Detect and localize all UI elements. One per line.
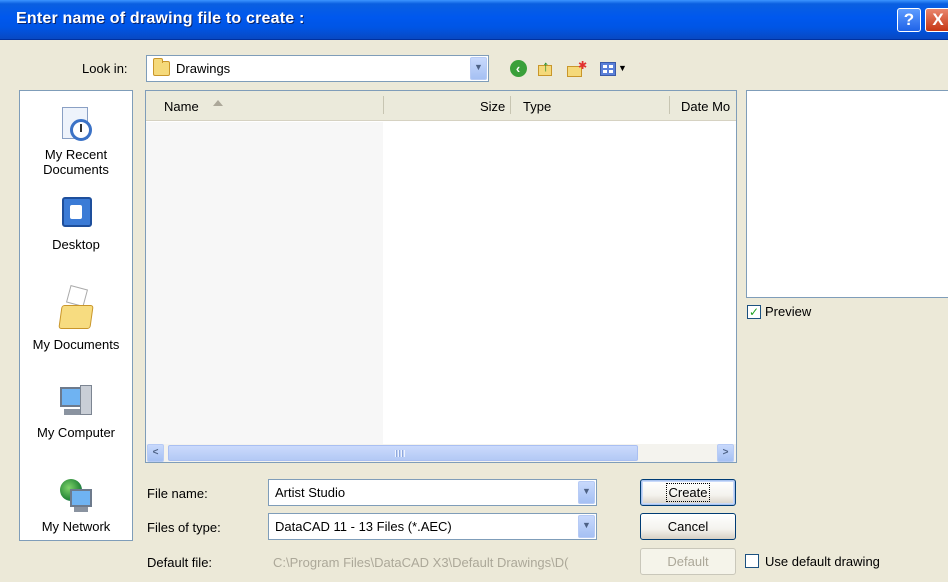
up-arrow-icon: ↑ bbox=[542, 58, 550, 75]
default-file-path: C:\Program Files\DataCAD X3\Default Draw… bbox=[273, 555, 569, 570]
scroll-left-button[interactable]: < bbox=[147, 444, 164, 462]
up-one-level-button[interactable]: ↑ bbox=[536, 58, 556, 79]
place-label: Desktop bbox=[52, 237, 100, 252]
use-default-drawing-checkbox[interactable] bbox=[745, 554, 759, 568]
close-button[interactable]: X bbox=[925, 8, 948, 32]
file-list[interactable]: Name Size Type Date Mo < > bbox=[145, 90, 737, 463]
scrollbar-thumb[interactable] bbox=[168, 445, 638, 461]
place-label: My Network bbox=[41, 519, 111, 534]
preview-label: Preview bbox=[765, 304, 812, 319]
title-bar: Enter name of drawing file to create : ?… bbox=[0, 0, 948, 40]
grip-icon bbox=[395, 450, 405, 457]
file-name-label: File name: bbox=[147, 486, 208, 501]
column-divider[interactable] bbox=[510, 96, 511, 114]
place-my-documents[interactable]: My Documents bbox=[20, 284, 132, 352]
place-desktop[interactable]: Desktop bbox=[20, 195, 132, 252]
my-computer-icon bbox=[56, 383, 96, 421]
column-divider[interactable] bbox=[383, 96, 384, 114]
cancel-button-label: Cancel bbox=[667, 519, 709, 534]
place-label: My Computer bbox=[36, 425, 116, 440]
place-label: Documents bbox=[43, 162, 109, 177]
checkmark-icon: ✓ bbox=[748, 305, 760, 319]
column-header-name[interactable]: Name bbox=[164, 99, 199, 114]
files-of-type-label: Files of type: bbox=[147, 520, 221, 535]
desktop-icon bbox=[56, 195, 96, 233]
default-file-label: Default file: bbox=[147, 555, 213, 570]
scroll-right-button[interactable]: > bbox=[717, 444, 734, 462]
place-label: My Documents bbox=[32, 337, 120, 352]
column-header-size[interactable]: Size bbox=[480, 99, 505, 114]
sort-ascending-icon bbox=[213, 100, 223, 106]
views-menu-button[interactable]: ▼ bbox=[598, 59, 628, 79]
place-label: My Recent bbox=[44, 147, 108, 162]
place-my-computer[interactable]: My Computer bbox=[20, 383, 132, 440]
views-menu-icon bbox=[600, 62, 616, 76]
chevron-right-icon: > bbox=[722, 447, 729, 458]
help-button[interactable]: ? bbox=[897, 8, 921, 32]
files-of-type-value: DataCAD 11 - 13 Files (*.AEC) bbox=[275, 519, 452, 534]
folder-icon bbox=[153, 58, 170, 76]
column-header-row: Name Size Type Date Mo bbox=[146, 91, 736, 121]
dropdown-arrow-icon: ▼ bbox=[618, 63, 627, 73]
look-in-dropdown[interactable]: Drawings ▼ bbox=[146, 55, 489, 82]
back-button[interactable]: ‹ bbox=[508, 59, 528, 79]
horizontal-scrollbar[interactable]: < > bbox=[146, 444, 736, 462]
column-divider[interactable] bbox=[669, 96, 670, 114]
column-header-date-modified[interactable]: Date Mo bbox=[681, 99, 730, 114]
cancel-button[interactable]: Cancel bbox=[640, 513, 736, 540]
preview-pane bbox=[746, 90, 948, 298]
default-button-label: Default bbox=[667, 554, 709, 569]
place-my-network[interactable]: My Network bbox=[20, 477, 132, 534]
place-my-recent-documents[interactable]: My Recent Documents bbox=[20, 105, 132, 177]
new-folder-button[interactable]: ✱ bbox=[566, 59, 588, 79]
create-button-label: Create bbox=[666, 483, 710, 502]
help-icon: ? bbox=[903, 10, 915, 29]
column-header-type[interactable]: Type bbox=[523, 99, 551, 114]
recent-documents-icon bbox=[56, 105, 96, 143]
chevron-down-icon[interactable]: ▼ bbox=[578, 515, 595, 538]
back-arrow-icon: ‹ bbox=[509, 60, 527, 77]
preview-checkbox[interactable]: ✓ bbox=[747, 305, 761, 319]
look-in-label: Look in: bbox=[82, 61, 128, 76]
my-documents-icon bbox=[56, 284, 96, 333]
look-in-value: Drawings bbox=[176, 61, 231, 76]
sparkle-icon: ✱ bbox=[578, 60, 588, 72]
create-button[interactable]: Create bbox=[640, 479, 736, 506]
chevron-down-icon[interactable]: ▼ bbox=[578, 481, 595, 504]
my-network-icon bbox=[56, 477, 96, 515]
name-column-area bbox=[146, 122, 383, 445]
chevron-down-icon[interactable]: ▼ bbox=[470, 57, 487, 80]
file-name-value: Artist Studio bbox=[275, 485, 346, 500]
chevron-left-icon: < bbox=[152, 447, 159, 458]
default-button[interactable]: Default bbox=[640, 548, 736, 575]
use-default-drawing-label: Use default drawing bbox=[765, 554, 880, 569]
close-icon: X bbox=[932, 10, 944, 29]
places-bar: My Recent Documents Desktop My Documents… bbox=[19, 90, 133, 541]
dialog-title: Enter name of drawing file to create : bbox=[16, 10, 305, 27]
file-name-field[interactable]: Artist Studio ▼ bbox=[268, 479, 597, 506]
files-of-type-dropdown[interactable]: DataCAD 11 - 13 Files (*.AEC) ▼ bbox=[268, 513, 597, 540]
